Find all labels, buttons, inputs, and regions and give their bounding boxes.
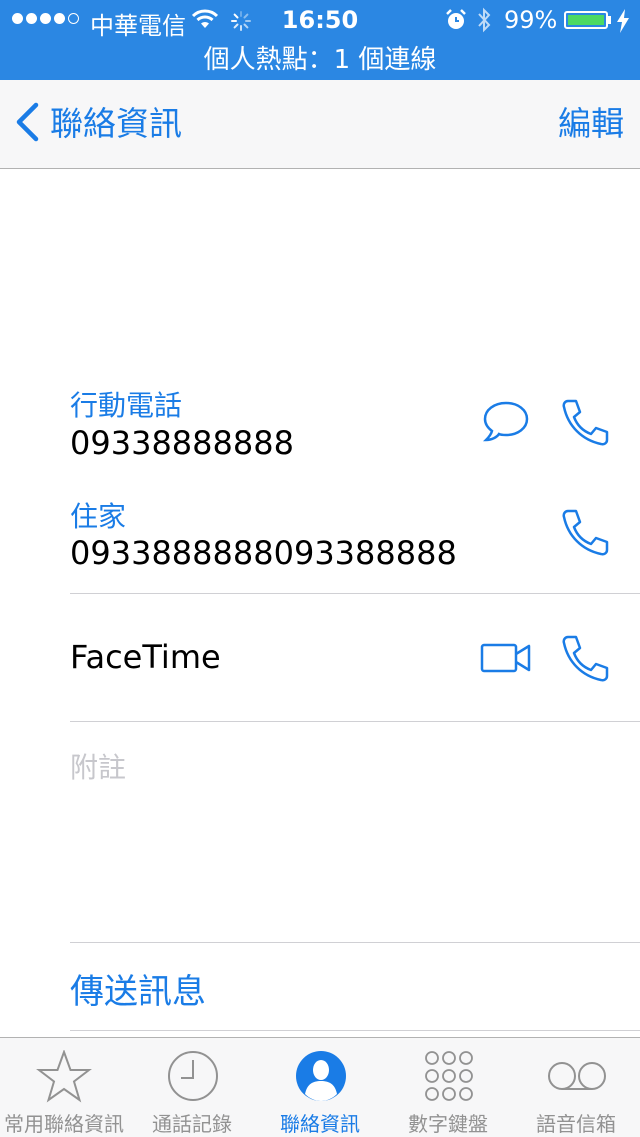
- tab-favorites[interactable]: 常用聯絡資訊: [0, 1038, 128, 1137]
- tab-label: 數字鍵盤: [408, 1112, 488, 1136]
- navigation-bar: 聯絡資訊 編輯: [0, 80, 640, 169]
- divider: [70, 593, 640, 594]
- tab-recents[interactable]: 通話記錄: [128, 1038, 256, 1137]
- tab-keypad[interactable]: 數字鍵盤: [384, 1038, 512, 1137]
- phone-call-icon[interactable]: [560, 508, 610, 560]
- battery-tip: [608, 16, 611, 24]
- phone-call-icon[interactable]: [560, 398, 610, 450]
- chevron-left-icon: [14, 102, 40, 146]
- facetime-label: FaceTime: [70, 638, 221, 676]
- charging-bolt-icon: [616, 9, 630, 37]
- clock-icon: [167, 1050, 218, 1102]
- message-bubble-icon[interactable]: [482, 400, 530, 446]
- send-message-button[interactable]: 傳送訊息: [70, 964, 206, 1013]
- notes-field[interactable]: 附註: [70, 746, 126, 786]
- back-button-label: 聯絡資訊: [50, 104, 182, 143]
- battery-level-fill: [568, 15, 604, 25]
- voicemail-icon: [548, 1050, 606, 1102]
- battery-percentage: 99%: [504, 6, 558, 34]
- battery-icon: [564, 11, 608, 29]
- divider: [70, 1030, 640, 1031]
- tab-label: 聯絡資訊: [280, 1112, 360, 1136]
- bluetooth-icon: [476, 7, 492, 37]
- mobile-phone-number[interactable]: 09338888888: [70, 424, 294, 462]
- back-button[interactable]: 聯絡資訊: [14, 102, 182, 146]
- tab-bar: 常用聯絡資訊 通話記錄 聯絡資訊 數字鍵盤 語音信箱: [0, 1037, 640, 1137]
- tab-voicemail[interactable]: 語音信箱: [512, 1038, 640, 1137]
- home-phone-label: 住家: [70, 500, 127, 533]
- facetime-audio-call-icon[interactable]: [560, 634, 610, 686]
- home-phone-number[interactable]: 0933888888093388888: [70, 534, 457, 572]
- star-icon: [36, 1049, 92, 1103]
- edit-button[interactable]: 編輯: [558, 102, 624, 146]
- keypad-icon: [423, 1050, 473, 1102]
- divider: [70, 721, 640, 722]
- video-camera-icon[interactable]: [480, 642, 532, 678]
- divider: [70, 942, 640, 943]
- alarm-icon: [445, 9, 467, 35]
- tab-contacts[interactable]: 聯絡資訊: [256, 1038, 384, 1137]
- tab-label: 常用聯絡資訊: [4, 1112, 124, 1136]
- status-bar: 中華電信 16:50 99% 個人熱點：1 個連線: [0, 0, 640, 80]
- hotspot-banner[interactable]: 個人熱點：1 個連線: [0, 40, 640, 80]
- tab-label: 語音信箱: [536, 1112, 616, 1136]
- contacts-icon: [295, 1050, 346, 1102]
- tab-label: 通話記錄: [152, 1112, 232, 1136]
- mobile-phone-label: 行動電話: [70, 389, 183, 422]
